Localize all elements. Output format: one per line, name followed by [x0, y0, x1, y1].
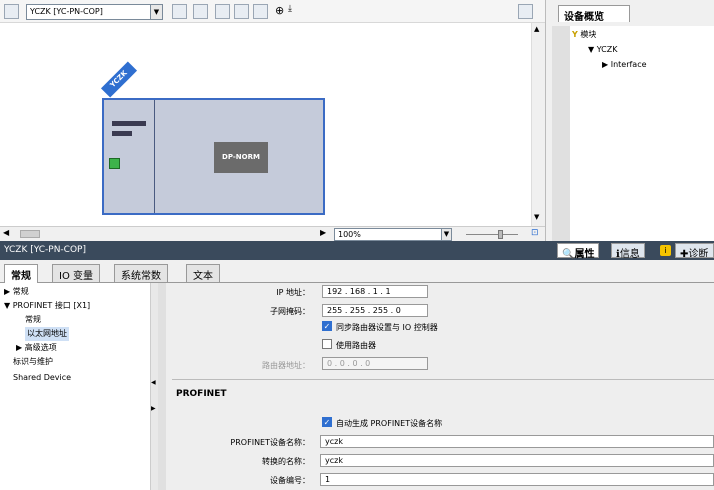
edit-icon[interactable] [215, 4, 230, 19]
scroll-right-icon[interactable]: ▶ [320, 228, 326, 237]
nav-splitter[interactable]: ◀ ▶ [150, 283, 158, 490]
nav-item-shared-device[interactable]: Shared Device [13, 371, 71, 385]
property-tabs: 常规 IO 变量 系统常数 文本 [0, 260, 714, 283]
scroll-up-icon[interactable]: ▲ [534, 25, 539, 33]
nav-item-advanced-options[interactable]: ▶ 高级选项 [16, 341, 57, 355]
sync-router-label: 同步路由器设置与 IO 控制器 [336, 323, 438, 332]
tab-general[interactable]: 常规 [4, 264, 38, 283]
expand-down-icon[interactable]: ▼ [588, 45, 594, 54]
column-header: Y 模块 [572, 28, 596, 42]
tab-label: 属性 [574, 249, 595, 260]
tab-diagnostics[interactable]: ✚诊断 [675, 243, 714, 258]
properties-header: YCZK [YC-PN-COP] 🔍属性 ℹ信息 i ✚诊断 [0, 241, 714, 260]
ip-address-field[interactable]: 192 . 168 . 1 . 1 [322, 285, 428, 298]
nav-item-identification[interactable]: 标识与维护 [13, 355, 53, 369]
zoom-slider-thumb[interactable] [498, 230, 503, 239]
slot-indicator [112, 131, 132, 136]
profinet-heading: PROFINET [176, 389, 227, 399]
use-router-checkbox[interactable] [322, 339, 332, 349]
nav-item-general[interactable]: ▶ 常规 [4, 285, 29, 299]
tree-item-label: YCZK [596, 45, 618, 54]
zoom-select[interactable]: 100% ▼ [334, 228, 452, 241]
fit-view-icon[interactable]: ⊡ [531, 228, 539, 238]
tab-io-tags[interactable]: IO 变量 [52, 264, 100, 282]
scroll-left-icon[interactable]: ◀ [3, 228, 9, 237]
nav-item-profinet-interface[interactable]: ▼ PROFINET 接口 [X1] [4, 299, 90, 313]
subnet-mask-field[interactable]: 255 . 255 . 255 . 0 [322, 304, 428, 317]
panel-icon[interactable] [253, 4, 268, 19]
device-select[interactable]: YCZK [YC-PN-COP] ▼ [26, 4, 163, 20]
chevron-down-icon[interactable]: ▼ [150, 5, 162, 19]
module-label: DP-NORM [214, 142, 268, 173]
properties-title: YCZK [YC-PN-COP] [4, 245, 86, 255]
content-edge [158, 283, 166, 490]
overview-tree: Y 模块 ▼ YCZK ▶ Interface [570, 26, 714, 241]
tab-label: 诊断 [688, 249, 709, 258]
sync-router-checkbox[interactable]: ✓ [322, 321, 332, 331]
vertical-scrollbar[interactable]: ▲ ▼ [531, 23, 545, 226]
rack-icon[interactable] [193, 4, 208, 19]
subnet-mask-label: 子网掩码： [270, 307, 310, 316]
property-nav: ▶ 常规 ▼ PROFINET 接口 [X1] 常规 以太网地址 ▶ 高级选项 … [0, 283, 150, 490]
use-router-label: 使用路由器 [336, 341, 376, 350]
device-select-value: YCZK [YC-PN-COP] [30, 7, 103, 16]
nav-label: PROFINET 接口 [X1] [12, 301, 91, 310]
ip-address-label: IP 地址： [276, 288, 310, 297]
slot-indicator [112, 121, 146, 126]
device-number-field[interactable]: 1 [320, 473, 714, 486]
device-module[interactable]: DP-NORM [102, 98, 325, 215]
download-arrow-icon[interactable]: ⤓ [288, 4, 303, 19]
section-divider [172, 379, 714, 380]
module-icon: Y [572, 30, 578, 39]
zoom-value: 100% [338, 230, 361, 239]
router-address-field[interactable]: 0 . 0 . 0 . 0 [322, 357, 428, 370]
converted-name-field[interactable]: yczk [320, 454, 714, 467]
device-head[interactable] [104, 100, 155, 213]
device-name-label: PROFINET设备名称： [230, 438, 310, 447]
nav-label: 常规 [12, 287, 29, 296]
device-number-label: 设备编号： [270, 476, 310, 485]
device-name-field[interactable]: yczk [320, 435, 714, 448]
nav-label: 高级选项 [24, 343, 57, 352]
tab-properties[interactable]: 🔍属性 [557, 243, 600, 260]
expand-right-icon[interactable]: ▶ [4, 287, 10, 296]
overview-toggle-icon[interactable] [518, 4, 533, 19]
tab-texts[interactable]: 文本 [186, 264, 220, 282]
device-properties-icon[interactable] [172, 4, 187, 19]
router-address-label: 路由器地址： [262, 361, 310, 370]
auto-name-label: 自动生成 PROFINET设备名称 [336, 419, 443, 428]
tree-item-interface[interactable]: ▶ Interface [602, 58, 647, 72]
nav-item-ethernet-address[interactable]: 以太网地址 [25, 327, 69, 341]
grid-icon[interactable] [234, 4, 249, 19]
column-header-label: 模块 [580, 30, 597, 39]
expand-down-icon[interactable]: ▼ [4, 301, 10, 310]
tree-item-label: Interface [610, 60, 647, 69]
device-overview-panel: 设备概览 Y 模块 ▼ YCZK ▶ Interface [545, 0, 714, 241]
overview-grid-column [552, 26, 570, 241]
properties-icon: 🔍 [562, 249, 575, 260]
info-badge: i [660, 245, 671, 256]
scroll-thumb[interactable] [20, 230, 40, 238]
collapse-left-icon[interactable]: ◀ [151, 379, 156, 386]
scroll-down-icon[interactable]: ▼ [534, 213, 539, 221]
tab-info[interactable]: ℹ信息 [611, 243, 645, 260]
chevron-down-icon[interactable]: ▼ [441, 229, 451, 240]
converted-name-label: 转换的名称： [262, 457, 310, 466]
canvas-status-bar: ◀ ▶ 100% ▼ ⊡ [0, 226, 545, 241]
network-view-icon[interactable] [4, 4, 19, 19]
auto-name-checkbox[interactable]: ✓ [322, 417, 332, 427]
port-icon[interactable] [109, 158, 120, 169]
nav-item-interface-general[interactable]: 常规 [25, 313, 41, 327]
editor-toolbar: YCZK [YC-PN-COP] ▼ ⊕ ⤓ [0, 0, 545, 23]
ethernet-settings: IP 地址： 192 . 168 . 1 . 1 子网掩码： 255 . 255… [166, 283, 714, 490]
expand-right-icon[interactable]: ▶ [602, 60, 608, 69]
zoom-slider[interactable] [466, 234, 518, 235]
collapse-right-icon[interactable]: ▶ [151, 405, 156, 412]
tab-label: 信息 [619, 249, 640, 260]
tab-system-constants[interactable]: 系统常数 [114, 264, 168, 282]
tree-item-yczk[interactable]: ▼ YCZK [588, 43, 617, 57]
tab-device-overview[interactable]: 设备概览 [558, 5, 630, 23]
expand-right-icon[interactable]: ▶ [16, 343, 22, 352]
